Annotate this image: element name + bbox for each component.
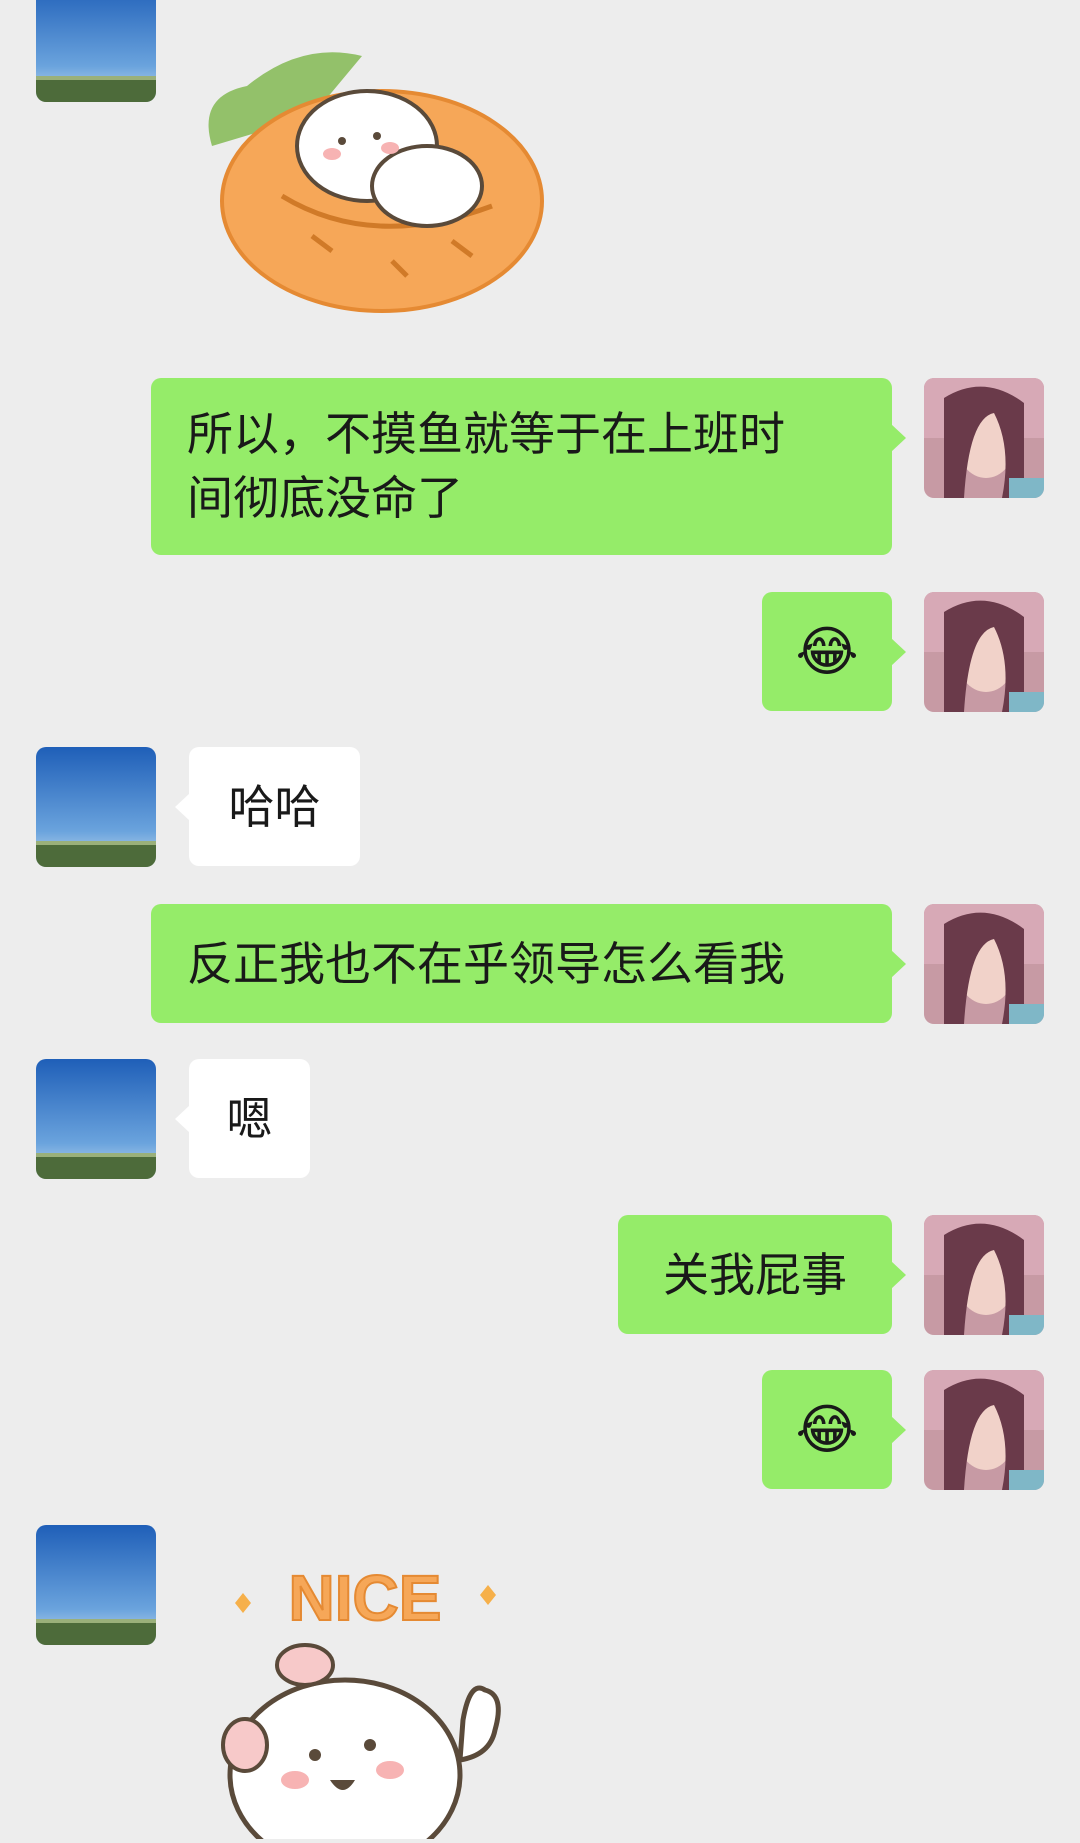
message-text: 反正我也不在乎领导怎么看我 bbox=[187, 936, 785, 991]
portrait-avatar-icon bbox=[924, 592, 1044, 712]
nice-thumbs-up-sticker[interactable]: NICE bbox=[205, 1545, 535, 1843]
contact-message-bubble[interactable]: 嗯 bbox=[175, 1059, 310, 1178]
message-text: 关我屁事 bbox=[663, 1247, 847, 1302]
contact-avatar[interactable] bbox=[36, 1525, 156, 1645]
self-avatar[interactable] bbox=[924, 1215, 1044, 1335]
contact-avatar[interactable] bbox=[36, 747, 156, 867]
self-avatar[interactable] bbox=[924, 1370, 1044, 1490]
self-avatar[interactable] bbox=[924, 904, 1044, 1024]
nice-sticker-text: NICE bbox=[289, 1562, 442, 1634]
portrait-avatar-icon bbox=[924, 904, 1044, 1024]
sky-landscape-avatar-icon bbox=[36, 1525, 156, 1645]
portrait-avatar-icon bbox=[924, 378, 1044, 498]
sky-landscape-avatar-icon bbox=[36, 0, 156, 102]
self-emoji-bubble[interactable]: 😂 bbox=[762, 1370, 906, 1489]
laughing-tears-emoji-icon: 😂 bbox=[795, 1397, 859, 1461]
self-message-bubble[interactable]: 反正我也不在乎领导怎么看我 bbox=[151, 904, 906, 1023]
contact-avatar[interactable] bbox=[36, 1059, 156, 1179]
message-text: 哈哈 bbox=[228, 779, 321, 834]
sky-landscape-avatar-icon bbox=[36, 747, 156, 867]
self-emoji-bubble[interactable]: 😂 bbox=[762, 592, 906, 711]
self-avatar[interactable] bbox=[924, 378, 1044, 498]
portrait-avatar-icon bbox=[924, 1215, 1044, 1335]
laughing-tears-emoji-icon: 😂 bbox=[795, 619, 859, 683]
contact-avatar[interactable] bbox=[36, 0, 156, 102]
message-text-line: 所以，不摸鱼就等于在上班时 bbox=[187, 407, 785, 461]
message-text: 嗯 bbox=[226, 1091, 273, 1146]
sky-landscape-avatar-icon bbox=[36, 1059, 156, 1179]
self-message-bubble[interactable]: 关我屁事 bbox=[618, 1215, 906, 1334]
top-edge bbox=[0, 0, 1080, 36]
self-message-bubble[interactable]: 所以，不摸鱼就等于在上班时 间彻底没命了 bbox=[151, 378, 906, 555]
message-text-line: 间彻底没命了 bbox=[187, 471, 463, 525]
portrait-avatar-icon bbox=[924, 1370, 1044, 1490]
self-avatar[interactable] bbox=[924, 592, 1044, 712]
contact-message-bubble[interactable]: 哈哈 bbox=[175, 747, 360, 866]
hamster-on-cushion-sticker[interactable] bbox=[192, 36, 552, 316]
